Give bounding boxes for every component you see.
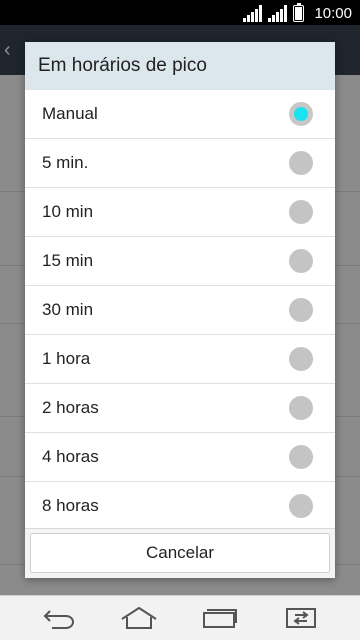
cancel-button[interactable]: Cancelar	[30, 533, 330, 573]
dialog-title: Em horários de pico	[25, 42, 335, 90]
radio-icon[interactable]	[289, 494, 313, 518]
radio-icon[interactable]	[289, 200, 313, 224]
option-8-horas[interactable]: 8 horas	[25, 482, 335, 528]
status-time: 10:00	[314, 4, 352, 22]
radio-icon[interactable]	[289, 347, 313, 371]
option-2-horas[interactable]: 2 horas	[25, 384, 335, 433]
signal-strength-icon	[243, 4, 263, 22]
option-30-min[interactable]: 30 min	[25, 286, 335, 335]
navigation-bar	[0, 595, 360, 640]
option-label: Manual	[42, 104, 98, 123]
option-1-hora[interactable]: 1 hora	[25, 335, 335, 384]
option-15-min[interactable]: 15 min	[25, 237, 335, 286]
battery-icon	[293, 2, 305, 22]
radio-icon[interactable]	[289, 396, 313, 420]
dialog-footer: Cancelar	[25, 528, 335, 578]
radio-icon[interactable]	[289, 298, 313, 322]
option-5-min[interactable]: 5 min.	[25, 139, 335, 188]
option-label: 8 horas	[42, 496, 99, 515]
option-label: 15 min	[42, 251, 94, 270]
option-label: 30 min	[42, 300, 94, 319]
option-label: 2 horas	[42, 398, 99, 417]
home-icon[interactable]	[119, 602, 159, 634]
option-label: 5 min.	[42, 153, 89, 172]
option-label: 4 horas	[42, 447, 99, 466]
option-manual[interactable]: Manual	[25, 90, 335, 139]
option-label: 1 hora	[42, 349, 91, 368]
switch-icon[interactable]	[281, 602, 321, 634]
signal-strength-2-icon	[268, 4, 288, 22]
radio-icon[interactable]	[289, 151, 313, 175]
option-10-min[interactable]: 10 min	[25, 188, 335, 237]
back-icon[interactable]	[39, 602, 79, 634]
option-list[interactable]: Manual 5 min. 10 min 15 min 30 min 1 hor…	[25, 90, 335, 528]
status-bar: 10:00	[0, 0, 360, 25]
option-label: 10 min	[42, 202, 94, 221]
radio-selected-icon[interactable]	[289, 102, 313, 126]
radio-icon[interactable]	[289, 249, 313, 273]
radio-icon[interactable]	[289, 445, 313, 469]
interval-dialog: Em horários de pico Manual 5 min. 10 min…	[25, 42, 335, 578]
option-4-horas[interactable]: 4 horas	[25, 433, 335, 482]
recent-apps-icon[interactable]	[200, 602, 240, 634]
